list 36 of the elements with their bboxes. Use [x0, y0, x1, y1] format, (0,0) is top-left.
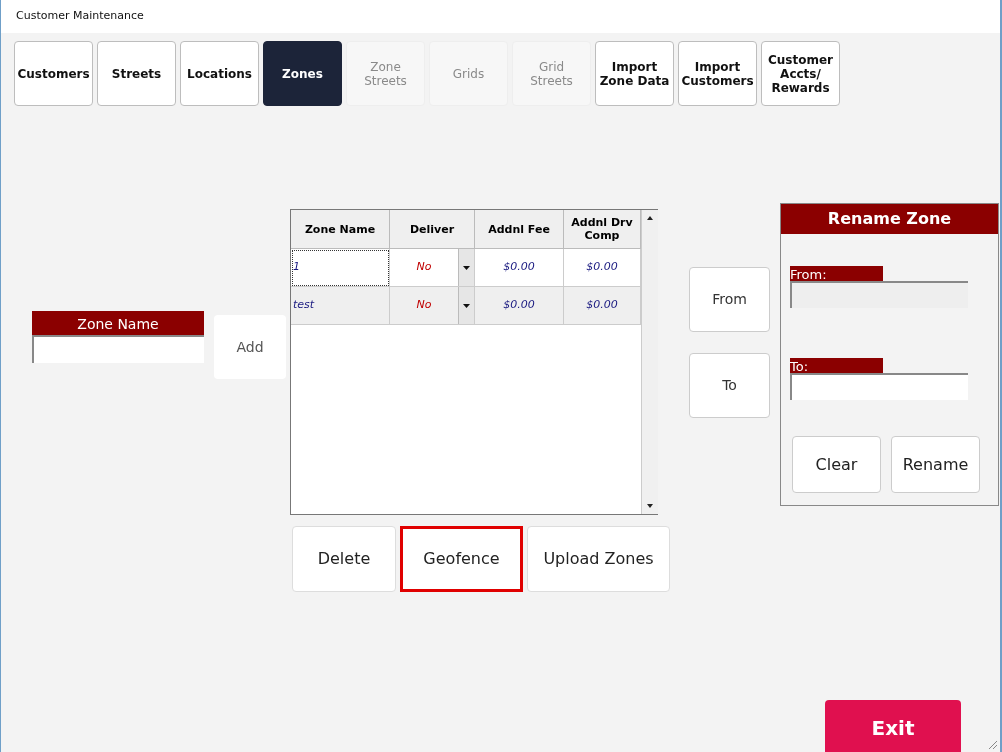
tab[interactable]: Import Zone Data [595, 41, 674, 106]
column-header: Deliver [390, 210, 475, 249]
dropdown-value: No [415, 297, 433, 314]
scrollbar[interactable] [641, 210, 658, 514]
exit-button[interactable]: Exit [825, 700, 961, 752]
caret-icon [458, 249, 474, 286]
tab[interactable]: Import Customers [678, 41, 757, 106]
action-button[interactable]: Rename [891, 436, 980, 493]
action-button[interactable]: To [689, 353, 770, 418]
action-button[interactable]: Upload Zones [527, 526, 670, 592]
table-cell[interactable]: 1 [291, 249, 390, 287]
action-button[interactable]: Delete [292, 526, 396, 592]
tab[interactable]: Customer Accts/ Rewards [761, 41, 840, 106]
column-header: Addnl Fee [475, 210, 564, 249]
tab[interactable]: Locations [180, 41, 259, 106]
table-cell: $0.00 [475, 287, 564, 325]
dropdown[interactable]: No [390, 287, 475, 325]
resize-grip-icon[interactable] [986, 738, 998, 750]
action-button[interactable]: Geofence [400, 526, 523, 592]
table-cell[interactable]: test [291, 287, 390, 325]
field-label: Zone Name [32, 311, 204, 335]
dropdown-value: No [415, 259, 433, 276]
panel-title: Rename Zone [781, 204, 998, 234]
input-field[interactable] [790, 373, 968, 400]
field-label: From: [790, 266, 883, 281]
tab[interactable]: Zones [263, 41, 342, 106]
field-label: To: [790, 358, 883, 373]
add-button[interactable]: Add [214, 315, 286, 379]
input-field[interactable] [32, 335, 204, 363]
column-header: Zone Name [291, 210, 390, 249]
action-button[interactable]: From [689, 267, 770, 332]
tab[interactable]: Streets [97, 41, 176, 106]
action-button[interactable]: Clear [792, 436, 881, 493]
window-title: Customer Maintenance [16, 8, 144, 25]
column-header: Addnl Drv Comp [564, 210, 641, 249]
tab[interactable]: Customers [14, 41, 93, 106]
